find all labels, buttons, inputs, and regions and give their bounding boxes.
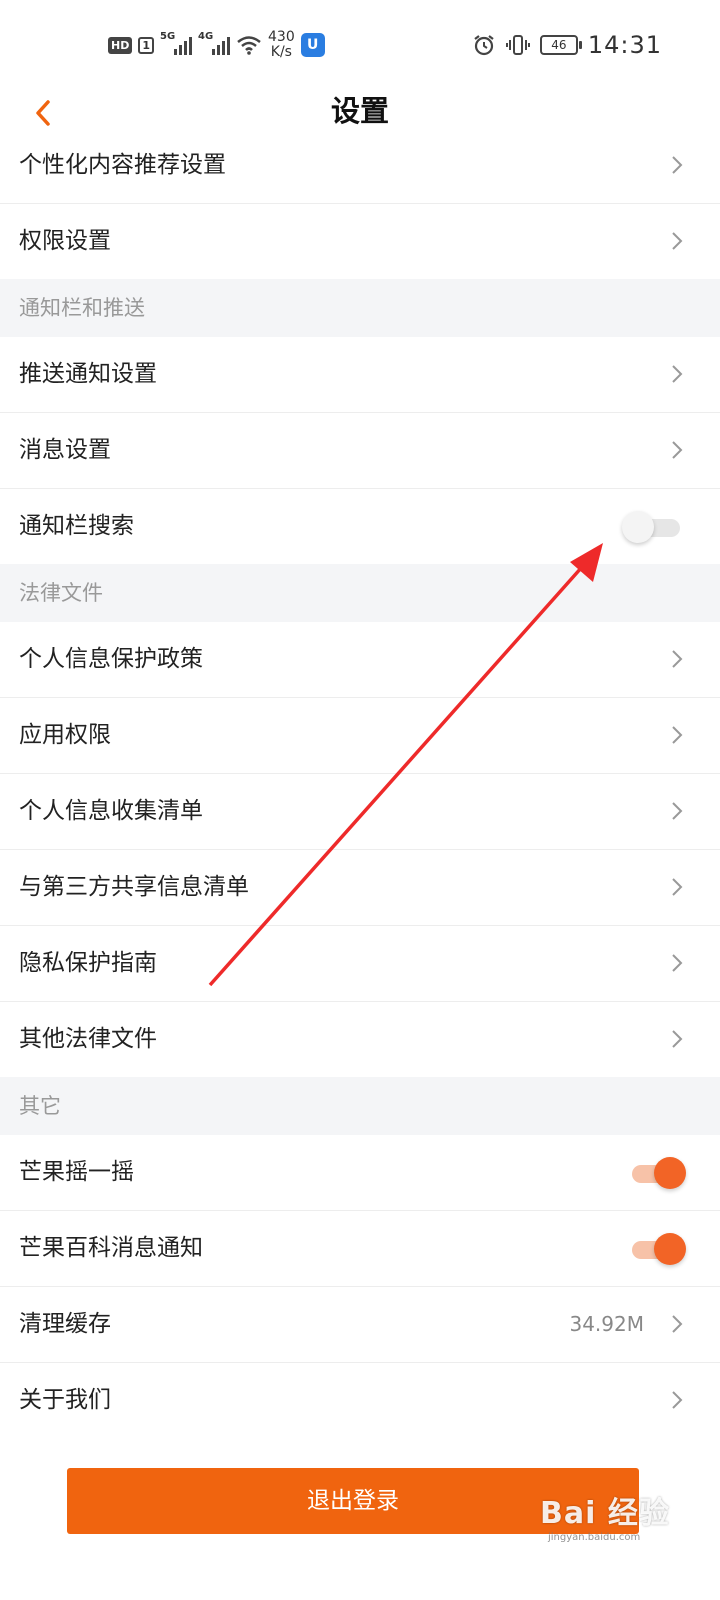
settings-item-label: 个人信息收集清单 [19, 798, 203, 824]
settings-item-label: 权限设置 [19, 228, 111, 254]
chevron-right-icon [672, 232, 683, 250]
section-title: 通知栏和推送 [19, 296, 145, 320]
settings-item-about-us[interactable]: 关于我们 [0, 1363, 720, 1438]
settings-item-label: 关于我们 [19, 1387, 111, 1413]
settings-item-label: 推送通知设置 [19, 361, 157, 387]
settings-item-label: 与第三方共享信息清单 [19, 874, 249, 900]
vibrate-icon [505, 35, 530, 55]
signal-4g-icon: 4G [198, 31, 230, 55]
chevron-right-icon [672, 878, 683, 896]
section-header-legal: 法律文件 [0, 564, 720, 622]
settings-item-info-collection-list[interactable]: 个人信息收集清单 [0, 774, 720, 850]
settings-item-message[interactable]: 消息设置 [0, 413, 720, 489]
watermark-sub: jingyan.baidu.com [548, 1532, 641, 1543]
settings-item-shake: 芒果摇一摇 [0, 1135, 720, 1211]
chevron-right-icon [672, 954, 683, 972]
wiki-notify-toggle[interactable] [628, 1233, 686, 1265]
settings-item-wiki-notify: 芒果百科消息通知 [0, 1211, 720, 1287]
toggle-knob [622, 511, 654, 543]
wifi-icon [237, 36, 261, 55]
settings-item-third-party-share-list[interactable]: 与第三方共享信息清单 [0, 850, 720, 926]
net-speed-unit: K/s [270, 44, 292, 60]
settings-item-permission[interactable]: 权限设置 [0, 204, 720, 279]
battery-icon: 46 [539, 35, 582, 55]
battery-level: 46 [551, 38, 567, 52]
sim-badge: 1 [138, 36, 154, 54]
chevron-right-icon [672, 365, 683, 383]
shake-toggle[interactable] [628, 1157, 686, 1189]
chevron-right-icon [672, 1391, 683, 1409]
baidu-watermark: Bai 经验 jingyan.baidu.com [540, 1488, 700, 1568]
toggle-knob [654, 1157, 686, 1189]
net-speed: 430 K/s [268, 30, 295, 60]
settings-item-clear-cache[interactable]: 清理缓存 34.92M [0, 1287, 720, 1363]
clock: 14:31 [587, 31, 662, 59]
hd-badge: HD [108, 36, 133, 54]
section-header-notify: 通知栏和推送 [0, 279, 720, 337]
section-title: 其它 [19, 1094, 61, 1118]
settings-item-notify-search: 通知栏搜索 [0, 489, 720, 564]
chevron-right-icon [672, 1315, 683, 1333]
alarm-icon [474, 35, 494, 56]
settings-item-push-notify[interactable]: 推送通知设置 [0, 337, 720, 413]
settings-item-label: 芒果摇一摇 [19, 1159, 134, 1185]
settings-list: 个性化内容推荐设置 权限设置 通知栏和推送 推送通知设置 消息设置 通知栏搜索 … [0, 128, 720, 1438]
toggle-knob [654, 1233, 686, 1265]
settings-item-privacy-guide[interactable]: 隐私保护指南 [0, 926, 720, 1002]
settings-item-app-permissions[interactable]: 应用权限 [0, 698, 720, 774]
status-bar-left: HD 1 5G 4G 430 K/s U [108, 28, 325, 62]
app-notify-icon: U [300, 33, 325, 57]
chevron-right-icon [672, 650, 683, 668]
settings-item-label: 应用权限 [19, 722, 111, 748]
settings-item-other-legal[interactable]: 其他法律文件 [0, 1002, 720, 1077]
settings-item-label: 清理缓存 [19, 1311, 111, 1337]
status-bar: HD 1 5G 4G 430 K/s U 46 14:31 [0, 0, 720, 90]
settings-item-label: 个性化内容推荐设置 [19, 152, 226, 178]
settings-item-label: 消息设置 [19, 437, 111, 463]
watermark-main: Bai 经验 [540, 1496, 670, 1531]
settings-item-label: 芒果百科消息通知 [19, 1235, 203, 1261]
chevron-right-icon [672, 156, 683, 174]
chevron-right-icon [672, 802, 683, 820]
signal-5g-icon: 5G [160, 31, 192, 55]
net-speed-value: 430 [268, 29, 295, 45]
signal-generation-label: 5G [160, 31, 176, 42]
settings-item-label: 通知栏搜索 [19, 513, 134, 539]
settings-item-privacy-policy[interactable]: 个人信息保护政策 [0, 622, 720, 698]
signal-generation-label: 4G [198, 31, 214, 42]
notify-search-toggle[interactable] [622, 511, 682, 543]
section-header-other: 其它 [0, 1077, 720, 1135]
settings-item-personalized-recommend[interactable]: 个性化内容推荐设置 [0, 128, 720, 204]
settings-item-label: 隐私保护指南 [19, 950, 157, 976]
page-title: 设置 [330, 94, 389, 128]
cache-size-value: 34.92M [569, 1312, 644, 1336]
settings-item-label: 个人信息保护政策 [19, 646, 203, 672]
status-bar-right: 46 14:31 [472, 28, 662, 62]
chevron-right-icon [672, 441, 683, 459]
chevron-right-icon [672, 726, 683, 744]
settings-item-label: 其他法律文件 [19, 1026, 157, 1052]
chevron-right-icon [672, 1030, 683, 1048]
section-title: 法律文件 [19, 581, 103, 605]
